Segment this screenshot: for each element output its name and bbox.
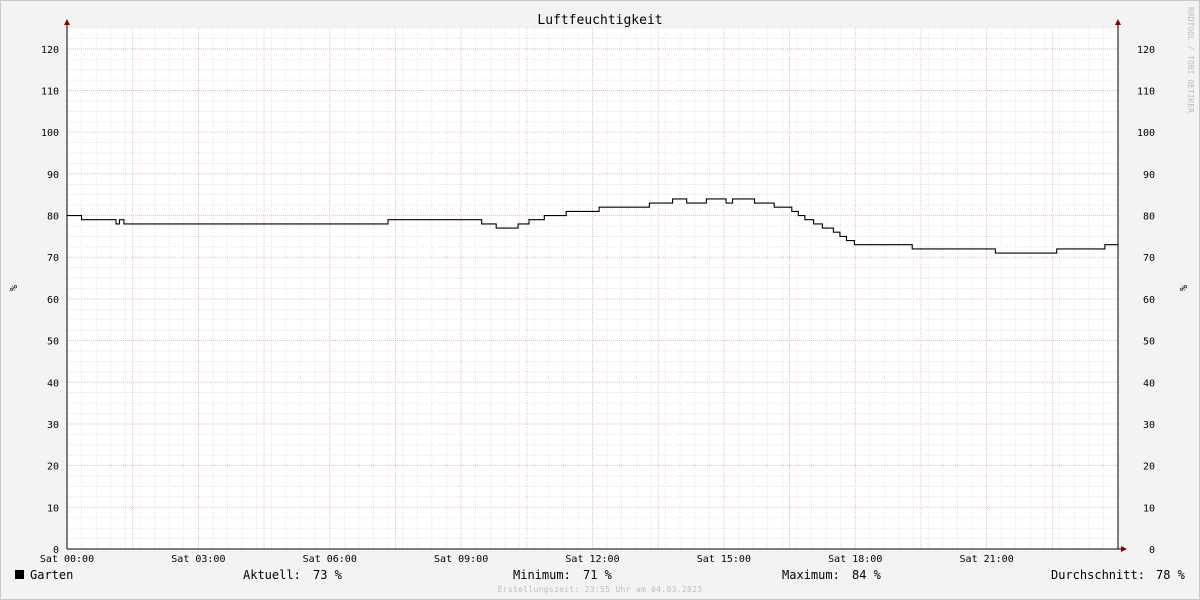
chart-title: Luftfeuchtigkeit: [537, 13, 662, 28]
legend-max-value: 84 %: [852, 568, 881, 582]
y-tick-label-right: 0: [1149, 545, 1155, 556]
y-axis-arrow-left: [64, 19, 70, 25]
y-tick-label-left: 120: [41, 45, 59, 56]
legend-current-value: 73 %: [313, 568, 342, 582]
y-tick-label-right: 40: [1143, 378, 1155, 389]
legend-series-name: Garten: [30, 568, 74, 582]
y-tick-label-left: 70: [47, 253, 59, 264]
y-tick-label-left: 110: [41, 87, 59, 98]
y-tick-label-left: 30: [47, 420, 59, 431]
y-axis-arrow-right: [1115, 19, 1121, 25]
y-tick-label-right: 120: [1137, 45, 1155, 56]
creation-time: Erstellungszeit: 23:55 Uhr am 04.03.2023: [497, 585, 703, 594]
legend-current-label: Aktuell:: [243, 568, 301, 582]
y-tick-label-left: 60: [47, 295, 59, 306]
legend-min-label: Minimum:: [513, 568, 571, 582]
y-tick-label-right: 50: [1143, 337, 1155, 348]
y-tick-label-left: 80: [47, 212, 59, 223]
humidity-chart: 0 010 1020 2030 3040 4050 5060 6070 7080 8090 9010…: [7, 7, 1195, 565]
y-tick-label-right: 70: [1143, 253, 1155, 264]
x-tick-label: Sat 06:00: [303, 554, 357, 565]
y-tick-label-left: 90: [47, 170, 59, 181]
legend: Garten Aktuell: 73 % Minimum: 71 % Maxim…: [0, 568, 1200, 584]
y-axis-label-left: %: [7, 285, 18, 291]
x-tick-label: Sat 09:00: [434, 554, 488, 565]
x-tick-label: Sat 12:00: [565, 554, 619, 565]
legend-max-label: Maximum:: [782, 568, 840, 582]
legend-avg-value: 78 %: [1156, 568, 1185, 582]
y-tick-label-left: 20: [47, 462, 59, 473]
y-tick-label-right: 30: [1143, 420, 1155, 431]
legend-avg-label: Durchschnitt:: [1051, 568, 1145, 582]
x-tick-label: Sat 18:00: [828, 554, 882, 565]
x-tick-label: Sat 15:00: [697, 554, 751, 565]
legend-min-value: 71 %: [583, 568, 612, 582]
y-tick-label-right: 90: [1143, 170, 1155, 181]
y-tick-label-left: 40: [47, 378, 59, 389]
x-tick-label: Sat 03:00: [171, 554, 225, 565]
y-tick-label-left: 10: [47, 503, 59, 514]
x-tick-label: Sat 21:00: [960, 554, 1014, 565]
y-axis-label-right: %: [1177, 285, 1188, 291]
y-tick-label-right: 110: [1137, 87, 1155, 98]
x-tick-label: Sat 00:00: [40, 554, 94, 565]
y-tick-label-right: 10: [1143, 503, 1155, 514]
y-tick-label-right: 100: [1137, 128, 1155, 139]
y-tick-label-left: 50: [47, 337, 59, 348]
watermark: RRDTOOL / TOBI OETIKER: [1186, 7, 1195, 113]
y-tick-label-right: 60: [1143, 295, 1155, 306]
y-tick-label-right: 80: [1143, 212, 1155, 223]
x-axis-arrow: [1121, 546, 1127, 552]
y-tick-label-right: 20: [1143, 462, 1155, 473]
y-tick-label-left: 100: [41, 128, 59, 139]
